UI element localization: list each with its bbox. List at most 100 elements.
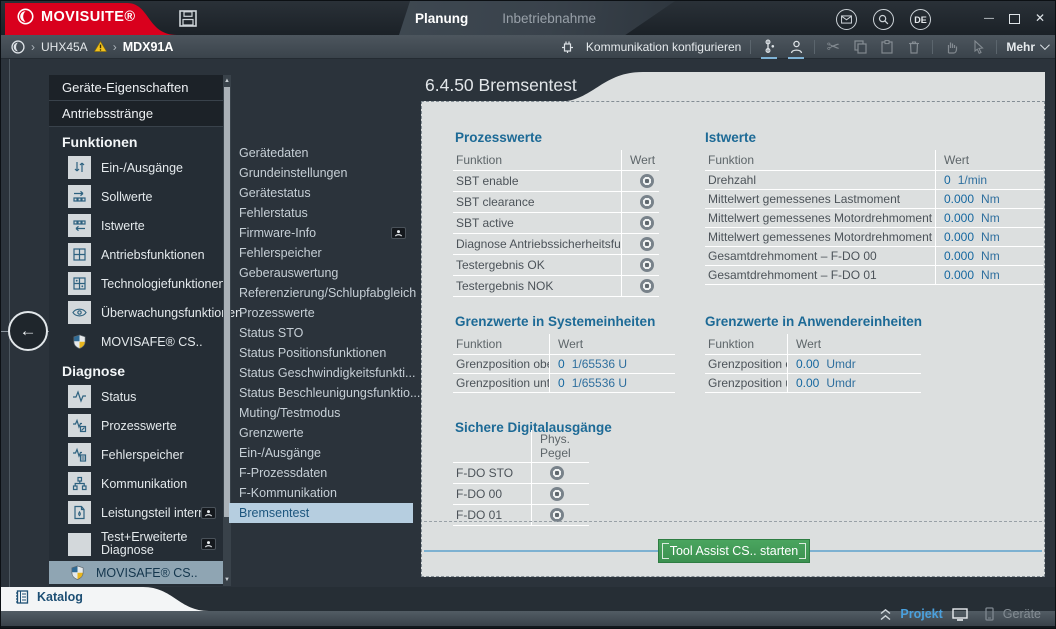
- submenu-item[interactable]: Status STO: [229, 323, 413, 343]
- sidebar-item[interactable]: Leistungsteil intern: [49, 498, 223, 527]
- tab-planung[interactable]: Planung: [415, 11, 468, 26]
- sidebar-header-1[interactable]: Antriebsstränge: [49, 101, 223, 127]
- sidebar-item-label: Ein-/Ausgänge: [101, 161, 183, 175]
- submenu-item[interactable]: Firmware-Info: [229, 223, 413, 243]
- submenu-item[interactable]: Geberauswertung: [229, 263, 413, 283]
- value-number: 0.000: [944, 192, 974, 206]
- sidebar-item[interactable]: Technologiefunktionen: [49, 269, 223, 298]
- geraete-tab-label[interactable]: Geräte: [1003, 607, 1041, 621]
- column-header: Phys. Pegel: [531, 430, 589, 462]
- sidebar-item[interactable]: Antriebsfunktionen: [49, 240, 223, 269]
- submenu-item[interactable]: Muting/Testmodus: [229, 403, 413, 423]
- submenu-item[interactable]: Status Geschwindigkeitsfunkti...: [229, 363, 413, 383]
- table-row: SBT active: [453, 213, 659, 234]
- sidebar-items: Geräte-EigenschaftenAntriebssträngeFunkt…: [49, 75, 223, 584]
- column-header: Wert: [787, 334, 921, 354]
- language-button[interactable]: DE: [910, 9, 931, 30]
- projekt-tab-label[interactable]: Projekt: [900, 607, 942, 621]
- column-header: [453, 430, 531, 462]
- submenu-item[interactable]: Status Beschleunigungsfunktio...: [229, 383, 413, 403]
- katalog-tab[interactable]: Katalog: [15, 590, 83, 604]
- configure-communication-icon[interactable]: [559, 38, 577, 56]
- value-number: 0.000: [944, 230, 974, 244]
- scroll-up-icon[interactable]: ▲: [223, 76, 231, 86]
- value-unit: 1/min: [958, 173, 987, 187]
- sidebar-item[interactable]: Status: [49, 382, 223, 411]
- submenu-list: GerätedatenGrundeinstellungenGerätestatu…: [229, 143, 413, 523]
- minimize-icon[interactable]: [984, 8, 994, 28]
- delete-icon[interactable]: [905, 38, 923, 56]
- submenu-item[interactable]: Status Positionsfunktionen: [229, 343, 413, 363]
- submenu-item[interactable]: Fehlerspeicher: [229, 243, 413, 263]
- status-indicator-icon: [550, 487, 564, 501]
- copy-icon[interactable]: [851, 38, 869, 56]
- close-icon[interactable]: [1035, 9, 1045, 27]
- sidebar-item[interactable]: Überwachungsfunktionen: [49, 298, 223, 327]
- sidebar-header-0[interactable]: Geräte-Eigenschaften: [49, 75, 223, 101]
- submenu-item[interactable]: F-Kommunikation: [229, 483, 413, 503]
- sidebar-item[interactable]: Sollwerte: [49, 182, 223, 211]
- value-unit: Nm: [981, 230, 1000, 244]
- drive-functions-icon: [68, 243, 91, 266]
- save-icon[interactable]: [179, 10, 197, 27]
- collapse-sidebar-button[interactable]: ←: [8, 311, 48, 351]
- value-number: 0: [944, 173, 951, 187]
- sidebar-item-label: Überwachungsfunktionen: [101, 306, 242, 320]
- submenu-item[interactable]: Fehlerstatus: [229, 203, 413, 223]
- configure-communication-label[interactable]: Kommunikation konfigurieren: [586, 40, 741, 54]
- language-label: DE: [914, 15, 927, 25]
- power-section-icon: [68, 501, 91, 524]
- submenu-item[interactable]: Bremsentest: [229, 503, 413, 523]
- cursor-icon[interactable]: [969, 38, 987, 56]
- cut-icon[interactable]: ✂: [824, 38, 842, 56]
- breadcrumb-device-mdx91a[interactable]: MDX91A: [123, 40, 174, 54]
- more-button[interactable]: Mehr: [1006, 40, 1047, 54]
- device-icon[interactable]: [985, 607, 994, 621]
- tab-inbetriebnahme[interactable]: Inbetriebnahme: [502, 11, 596, 26]
- scroll-down-icon[interactable]: ▼: [223, 575, 231, 585]
- sidebar-item[interactable]: MOVISAFE® CS..: [49, 561, 223, 584]
- setpoints-icon: [68, 185, 91, 208]
- paste-icon[interactable]: [878, 38, 896, 56]
- actual-values-icon: [68, 214, 91, 237]
- sidebar-item-label: MOVISAFE® CS..: [101, 335, 203, 349]
- configure-connection-icon[interactable]: [760, 38, 778, 56]
- sidebar-item[interactable]: Test+ErweiterteDiagnose: [49, 527, 223, 561]
- sidebar-item[interactable]: Kommunikation: [49, 469, 223, 498]
- maximize-icon[interactable]: [1009, 14, 1020, 24]
- section-title-grenzwerte-system: Grenzwerte in Systemeinheiten: [455, 314, 655, 329]
- status-indicator-cell: [621, 234, 659, 254]
- user-icon[interactable]: [787, 38, 805, 56]
- row-label: Mittelwert gemessenes Motordrehmoment – …: [705, 209, 935, 227]
- monitor-icon[interactable]: [952, 608, 968, 621]
- sidebar-item[interactable]: Istwerte: [49, 211, 223, 240]
- page-title: 6.4.50 Bremsentest: [425, 75, 577, 96]
- table-row: Testergebnis NOK: [453, 276, 659, 297]
- tool-assist-start-button[interactable]: Tool Assist CS.. starten: [658, 539, 810, 563]
- sidebar-item[interactable]: Ein-/Ausgänge: [49, 153, 223, 182]
- submenu-item[interactable]: Gerätedaten: [229, 143, 413, 163]
- sew-logo-icon[interactable]: [11, 40, 25, 54]
- value-number: 0.00: [796, 376, 819, 390]
- breadcrumb-device-uhx45a[interactable]: UHX45A: [41, 40, 88, 54]
- hand-icon[interactable]: [942, 38, 960, 56]
- breadcrumb-toolbar: › UHX45A › MDX91A Kommunikation konfigur…: [1, 35, 1056, 59]
- sidebar-item[interactable]: Prozesswerte: [49, 411, 223, 440]
- value-number: 0: [558, 357, 565, 371]
- value-number: 0.00: [796, 357, 819, 371]
- sidebar-item[interactable]: Fehlerspeicher: [49, 440, 223, 469]
- sidebar-item[interactable]: MOVISAFE® CS..: [49, 327, 223, 356]
- submenu-item[interactable]: Ein-/Ausgänge: [229, 443, 413, 463]
- expand-panel-icon[interactable]: [880, 609, 891, 620]
- message-icon[interactable]: [836, 9, 857, 30]
- submenu-item[interactable]: Gerätestatus: [229, 183, 413, 203]
- submenu-item[interactable]: F-Prozessdaten: [229, 463, 413, 483]
- sidebar-item-label: Kommunikation: [101, 477, 187, 491]
- submenu-item[interactable]: Referenzierung/Schlupfabgleich: [229, 283, 413, 303]
- submenu-item[interactable]: Grundeinstellungen: [229, 163, 413, 183]
- search-icon[interactable]: [873, 9, 894, 30]
- table-row: F-DO 00: [453, 484, 589, 505]
- submenu-item[interactable]: Prozesswerte: [229, 303, 413, 323]
- value-cell: 0 1/min: [935, 171, 1043, 189]
- submenu-item[interactable]: Grenzwerte: [229, 423, 413, 443]
